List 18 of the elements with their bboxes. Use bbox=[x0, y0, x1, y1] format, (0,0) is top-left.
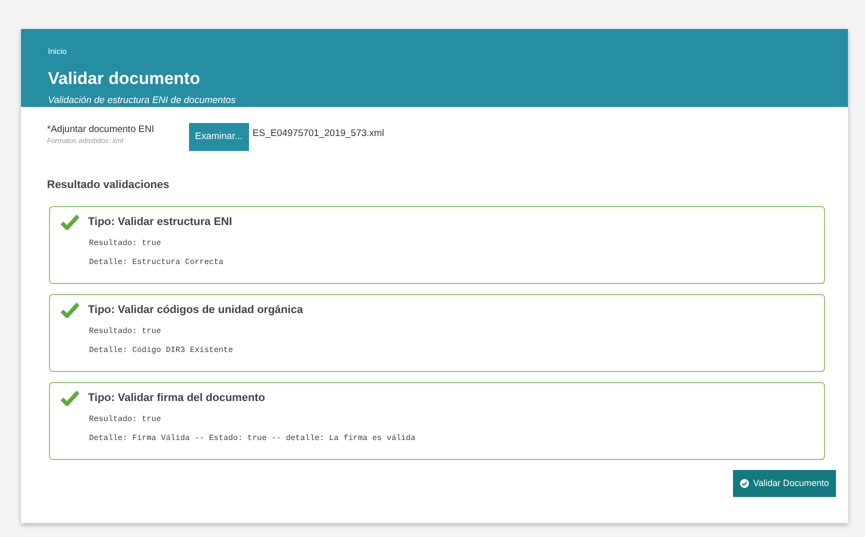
field-label: *Adjuntar documento ENI bbox=[47, 123, 156, 137]
browse-button[interactable]: Examinar... bbox=[189, 123, 249, 152]
page-title: Validar documento bbox=[48, 68, 202, 90]
result-line: Detalle: Código DIR3 Existente bbox=[89, 345, 234, 358]
result-line: Resultado: true bbox=[89, 326, 162, 338]
result-line: Resultado: true bbox=[89, 238, 162, 250]
result-title: Tipo: Validar códigos de unidad orgánica bbox=[88, 302, 303, 318]
file-name: ES_E04975701_2019_573.xml bbox=[252, 127, 384, 141]
page-subtitle: Validación de estructura ENI de documentos bbox=[48, 94, 237, 108]
result-line: Detalle: Firma Válida -- Estado: true -- detalle: La firma es válida bbox=[89, 433, 416, 446]
result-line: Resultado: true bbox=[89, 414, 162, 426]
result-title: Tipo: Validar firma del documento bbox=[88, 390, 266, 406]
result-line: Detalle: Estructura Correcta bbox=[89, 257, 224, 270]
result-title: Tipo: Validar estructura ENI bbox=[88, 214, 232, 230]
check-circle-icon bbox=[740, 479, 750, 488]
breadcrumb-link[interactable]: Inicio bbox=[48, 47, 67, 56]
section-heading: Resultado validaciones bbox=[47, 178, 170, 194]
validate-button[interactable]: Validar Documento bbox=[733, 470, 836, 498]
